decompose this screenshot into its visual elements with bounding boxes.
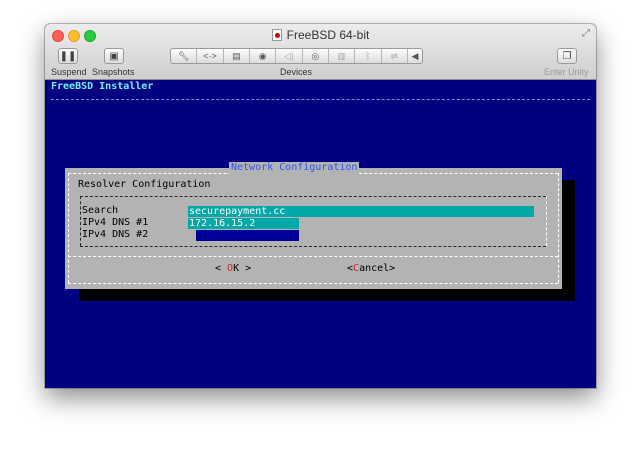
cancel-button[interactable]: <Cancel> [347, 263, 395, 274]
dialog-title: Network Configuration [229, 162, 360, 174]
search-label: Search [82, 205, 119, 216]
enter-unity-button[interactable]: ❐ [557, 48, 577, 64]
ipv4-dns-2-label: IPv4 DNS #2 [82, 229, 149, 240]
dialog-frame-left [68, 173, 69, 283]
speaker-icon[interactable]: ◁) [276, 49, 303, 63]
network-arrows-icon[interactable]: <·> [197, 49, 224, 63]
snapshot-icon: ▣ [109, 50, 119, 62]
usb-icon[interactable]: ⇌ [382, 49, 408, 63]
suspend-label: Suspend [51, 67, 87, 77]
form-frame-right [546, 196, 547, 246]
printer-icon[interactable]: ▥ [329, 49, 356, 63]
network-configuration-dialog: Network Configuration Resolver Configura… [65, 162, 562, 289]
cd-icon[interactable]: ◎ [303, 49, 329, 63]
devices-toolbar: 🔧︎ <·> ▤ ◉ ◁) ◎ ▥ ᛒ ⇌ ◀ [170, 48, 423, 64]
suspend-button[interactable]: ❚❚ [58, 48, 78, 64]
window-title-bar: FreeBSD 64-bit [45, 26, 596, 44]
ipv4-dns-2-input[interactable] [196, 230, 299, 241]
ipv4-dns-1-label: IPv4 DNS #1 [82, 217, 149, 228]
installer-title-rule [51, 99, 590, 100]
cancel-button-rest: ancel [359, 263, 390, 274]
form-title: Resolver Configuration [78, 179, 211, 190]
form-frame-top [80, 196, 546, 197]
cancel-button-close: > [389, 263, 396, 274]
ok-button[interactable]: < OK > [215, 263, 251, 274]
vm-window: FreeBSD 64-bit ⤢ ❚❚ Suspend ▣ Snapshots … [45, 24, 596, 388]
vm-console[interactable]: FreeBSD Installer Network Configuration … [45, 81, 596, 388]
devices-chevron-left-icon[interactable]: ◀ [408, 49, 422, 63]
form-frame-bottom [80, 246, 546, 247]
unity-icon: ❐ [562, 50, 572, 62]
enter-unity-label: Enter Unity [544, 67, 589, 77]
bluetooth-icon[interactable]: ᛒ [355, 49, 382, 63]
search-input[interactable]: securepayment.cc [188, 206, 534, 217]
dialog-frame-bottom [68, 283, 558, 284]
button-separator [68, 256, 558, 257]
ok-button-close: > [239, 263, 252, 274]
vm-document-icon [271, 29, 282, 41]
devices-label: Devices [280, 67, 313, 77]
snapshots-button[interactable]: ▣ [104, 48, 124, 64]
disk-icon[interactable]: ▤ [224, 49, 250, 63]
window-chrome: FreeBSD 64-bit ⤢ ❚❚ Suspend ▣ Snapshots … [45, 24, 596, 80]
pause-icon: ❚❚ [59, 50, 77, 62]
fullscreen-icon[interactable]: ⤢ [582, 28, 590, 40]
ipv4-dns-1-input[interactable]: 172.16.15.2 [188, 218, 299, 229]
window-title: FreeBSD 64-bit [286, 28, 370, 42]
ok-button-open: < [215, 263, 228, 274]
form-frame-left [80, 196, 81, 246]
dialog-frame-right [558, 173, 559, 283]
snapshots-label: Snapshots [92, 67, 135, 77]
installer-title: FreeBSD Installer [51, 81, 154, 92]
wrench-icon[interactable]: 🔧︎ [171, 49, 198, 63]
camera-icon[interactable]: ◉ [250, 49, 277, 63]
